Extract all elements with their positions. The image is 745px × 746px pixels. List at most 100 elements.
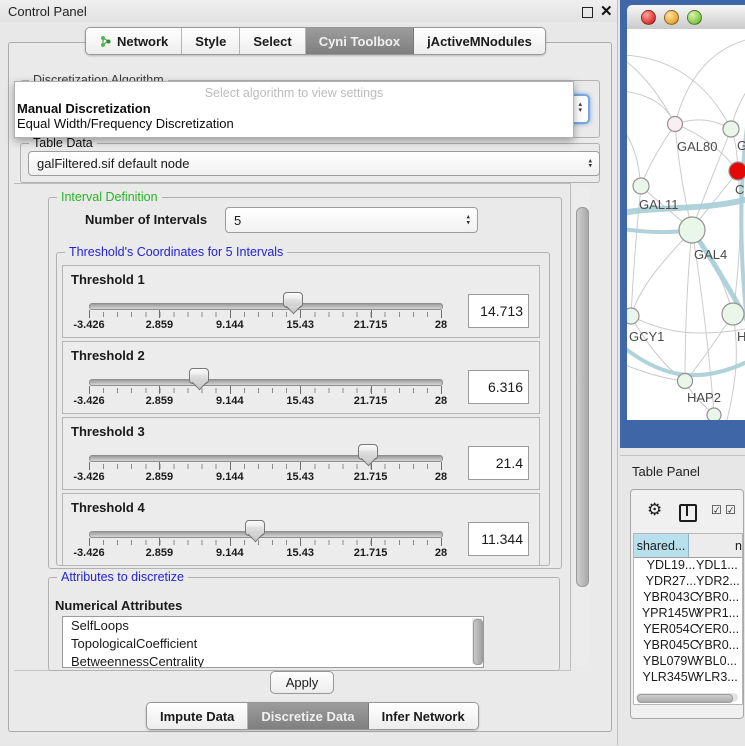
network-edge[interactable] [631, 230, 692, 316]
network-node-c[interactable] [729, 162, 745, 180]
attribute-items: SelfLoopsTopologicalCoefficientBetweenne… [63, 617, 483, 668]
network-node-gal11[interactable] [633, 178, 649, 194]
network-node-h[interactable] [722, 303, 744, 325]
numerical-attributes-list[interactable]: SelfLoopsTopologicalCoefficientBetweenne… [62, 616, 484, 668]
slider-minor-ticks [89, 540, 442, 545]
network-edge-thick[interactable] [627, 347, 745, 375]
network-canvas[interactable]: GAL80GACGAL11GAL4GCY1HHAP2 [627, 29, 745, 420]
table-row[interactable]: YER054C YER0... [634, 622, 742, 638]
slider-major-tick [441, 386, 442, 394]
network-edge[interactable] [641, 124, 675, 186]
gear-icon[interactable]: ⚙ [647, 501, 662, 518]
threshold-value-box[interactable]: 6.316 [468, 370, 529, 404]
network-edge[interactable] [631, 316, 685, 381]
network-edge[interactable] [627, 129, 641, 186]
split-columns-icon[interactable] [679, 504, 697, 522]
table-row[interactable]: YDL19... YDL1... [634, 558, 742, 574]
tab-jactivemnodules[interactable]: jActiveMNodules [414, 28, 545, 54]
tab-select[interactable]: Select [240, 28, 305, 54]
cell-name[interactable]: YBL0... [696, 654, 737, 668]
threshold-value-box[interactable]: 11.344 [468, 522, 529, 556]
zoom-traffic-light-icon[interactable] [687, 10, 702, 25]
cell-name[interactable]: YDR2... [696, 574, 740, 588]
cell-name[interactable]: YBR0... [696, 590, 739, 604]
tab-discretize-data[interactable]: Discretize Data [248, 703, 368, 729]
tab-style[interactable]: Style [182, 28, 240, 54]
checkbox-icon[interactable]: ☑ [725, 503, 736, 517]
slider-thumb[interactable] [358, 444, 378, 460]
network-edge[interactable] [685, 230, 692, 381]
number-of-intervals-combobox[interactable]: 5 ▴▾ [225, 207, 478, 233]
cell-name[interactable]: YLR3... [696, 670, 738, 682]
network-node-gcy1[interactable] [627, 308, 639, 324]
slider-thumb-body [285, 299, 300, 306]
cell-name[interactable]: YER0... [696, 622, 739, 636]
minimize-traffic-light-icon[interactable] [664, 10, 679, 25]
slider-tick-label: 2.859 [146, 395, 174, 407]
slider-major-tick [89, 538, 90, 546]
threshold-value-box[interactable]: 21.4 [468, 446, 529, 480]
scrollbar-thumb[interactable] [473, 619, 483, 665]
slider-tick-label: 2.859 [146, 319, 174, 331]
attribute-item-selfloops[interactable]: SelfLoops [63, 617, 483, 635]
network-node-hap2[interactable] [678, 374, 693, 389]
table-row[interactable]: YBL079W YBL0... [634, 654, 742, 670]
table-data-combobox[interactable]: galFiltered.sif default node ▴▾ [28, 151, 600, 176]
network-node-label: GAL4 [694, 247, 727, 262]
close-traffic-light-icon[interactable] [641, 10, 656, 25]
cell-name[interactable]: YPR1... [696, 606, 739, 620]
network-edge[interactable] [675, 39, 745, 124]
network-node-ga[interactable] [723, 121, 739, 137]
network-window-titlebar[interactable] [627, 5, 745, 30]
apply-button[interactable]: Apply [270, 671, 334, 694]
table-row[interactable]: YLR345W YLR3... [634, 670, 742, 682]
tab-network[interactable]: Network [86, 28, 182, 54]
attribute-item-topologicalcoefficient[interactable]: TopologicalCoefficient [63, 635, 483, 653]
slider-thumb[interactable] [189, 368, 209, 384]
slider-major-tick [159, 310, 160, 318]
network-node-gal4[interactable] [679, 217, 705, 243]
slider-thumb[interactable] [245, 520, 265, 536]
slider-tick-label: 2.859 [146, 547, 174, 559]
table-row[interactable]: YDR27... YDR2... [634, 574, 742, 590]
network-graph[interactable]: GAL80GACGAL11GAL4GCY1HHAP2 [627, 29, 745, 420]
table-row[interactable]: YBR045C YBR0... [634, 638, 742, 654]
popup-item-equal-width-frequency-discretization[interactable]: Equal Width/Frequency Discretization [15, 116, 573, 131]
settings-vertical-scrollbar[interactable] [574, 186, 589, 666]
slider-track[interactable] [89, 379, 443, 386]
network-edge[interactable] [627, 91, 675, 124]
close-icon[interactable]: ✕ [600, 2, 613, 20]
scrollbar-thumb[interactable] [576, 207, 589, 587]
control-panel-title: Control Panel [8, 4, 87, 19]
network-view-window[interactable]: GAL80GACGAL11GAL4GCY1HHAP2 [620, 0, 745, 448]
column-header-shared-name[interactable]: shared... [634, 534, 689, 557]
tab-label: Impute Data [160, 709, 234, 724]
table-row[interactable]: YPR145W YPR1... [634, 606, 742, 622]
threshold-value-box[interactable]: 14.713 [468, 294, 529, 328]
float-window-icon[interactable] [582, 7, 593, 18]
tab-cyni-toolbox[interactable]: Cyni Toolbox [306, 28, 414, 54]
table-row[interactable]: YBR043C YBR0... [634, 590, 742, 606]
slider-thumb[interactable] [283, 292, 303, 308]
scrollbar-thumb[interactable] [637, 694, 733, 703]
tab-impute-data[interactable]: Impute Data [147, 703, 248, 729]
cell-name[interactable]: YBR0... [696, 638, 739, 652]
network-edge[interactable] [627, 59, 675, 124]
attributes-scrollbar[interactable] [472, 618, 482, 664]
slider-major-tick [371, 538, 372, 546]
slider-track[interactable] [89, 455, 443, 462]
tab-label: Infer Network [382, 709, 465, 724]
cell-name[interactable]: YDL1... [696, 558, 738, 572]
table-horizontal-scrollbar[interactable] [636, 693, 738, 702]
slider-tick-label: -3.426 [73, 547, 104, 559]
network-edge-thick[interactable] [741, 127, 745, 321]
network-node[interactable] [707, 408, 721, 420]
slider-track[interactable] [89, 303, 443, 310]
checkbox-icon[interactable]: ☑ [711, 503, 722, 517]
column-header-name[interactable]: n [689, 534, 742, 557]
slider-track[interactable] [89, 531, 443, 538]
popup-item-manual-discretization[interactable]: Manual Discretization [15, 101, 573, 116]
network-node-gal80[interactable] [668, 117, 683, 132]
attribute-item-betweennesscentrality[interactable]: BetweennessCentrality [63, 653, 483, 668]
tab-infer-network[interactable]: Infer Network [369, 703, 478, 729]
